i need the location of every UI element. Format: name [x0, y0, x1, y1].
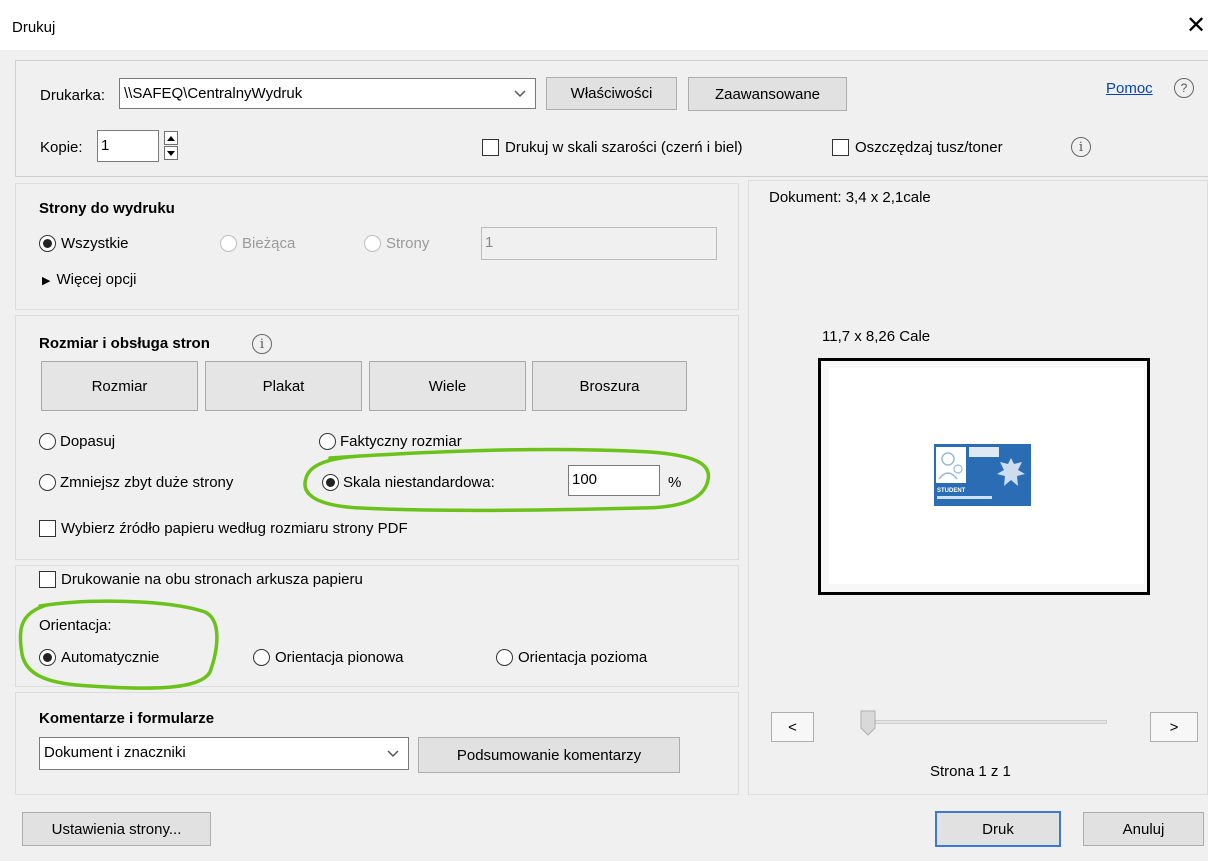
stepper-down-icon[interactable] [164, 146, 178, 160]
fit-radio[interactable] [39, 433, 56, 450]
next-page-button[interactable]: > [1150, 712, 1198, 742]
eagle-emblem-icon [994, 454, 1028, 494]
shrink-radio[interactable] [39, 474, 56, 491]
copies-value: 1 [101, 137, 110, 154]
copies-stepper[interactable] [164, 131, 178, 162]
pages-range-label: Strony [386, 235, 430, 252]
scale-input[interactable]: 100 [568, 465, 660, 496]
save-ink-label: Oszczędzaj tusz/toner [855, 139, 1003, 156]
scale-unit: % [668, 474, 682, 491]
comments-select[interactable]: Dokument i znaczniki [39, 737, 409, 770]
comments-title: Komentarze i formularze [39, 710, 215, 727]
custom-scale-radio[interactable] [322, 474, 339, 491]
printer-select[interactable]: \\SAFEQ\CentralnyWydruk [119, 78, 536, 109]
actual-size-label: Faktyczny rozmiar [340, 433, 462, 450]
help-link[interactable]: Pomoc [1106, 80, 1153, 97]
card-label: STUDENT [937, 488, 966, 494]
paper-source-label: Wybierz źródło papieru według rozmiaru s… [61, 520, 408, 537]
print-button[interactable]: Druk [935, 811, 1061, 847]
properties-button[interactable]: Właściwości [546, 77, 677, 110]
pages-title: Strony do wydruku [39, 200, 175, 217]
comments-value: Dokument i znaczniki [44, 744, 186, 761]
multiple-button[interactable]: Wiele [369, 361, 526, 411]
duplex-checkbox[interactable] [39, 571, 56, 588]
page-slider-track[interactable] [875, 720, 1107, 724]
pages-range-input[interactable]: 1 [481, 227, 717, 260]
more-options-toggle[interactable]: ▶ Więcej opcji [42, 271, 137, 288]
comments-summary-button[interactable]: Podsumowanie komentarzy [418, 737, 680, 773]
booklet-button[interactable]: Broszura [532, 361, 687, 411]
duplex-label: Drukowanie na obu stronach arkusza papie… [61, 571, 363, 588]
grayscale-checkbox[interactable] [482, 139, 499, 156]
poster-button[interactable]: Plakat [205, 361, 362, 411]
landscape-label: Orientacja pozioma [518, 649, 648, 666]
stepper-up-icon[interactable] [164, 131, 178, 145]
save-ink-checkbox[interactable] [832, 139, 849, 156]
cancel-button[interactable]: Anuluj [1083, 812, 1204, 846]
window-title: Drukuj [12, 19, 56, 36]
scale-value: 100 [572, 471, 598, 488]
pages-range-radio[interactable] [364, 235, 381, 252]
custom-scale-label: Skala niestandardowa: [343, 474, 495, 491]
card-photo [936, 447, 966, 483]
printer-label: Drukarka: [40, 87, 106, 104]
info-icon[interactable]: i [252, 334, 272, 354]
orientation-label: Orientacja: [39, 617, 112, 634]
title-bar [0, 0, 1208, 50]
all-pages-label: Wszystkie [61, 235, 129, 252]
grayscale-label: Drukuj w skali szarości (czerń i biel) [505, 139, 743, 156]
close-icon[interactable]: ✕ [1186, 12, 1206, 40]
triangle-right-icon: ▶ [42, 275, 51, 287]
prev-page-button[interactable]: < [771, 712, 814, 742]
copies-input[interactable]: 1 [97, 130, 159, 162]
pages-range-value: 1 [485, 234, 494, 251]
shrink-label: Zmniejsz zbyt duże strony [60, 474, 234, 491]
question-circle-icon[interactable]: ? [1174, 78, 1194, 98]
page-slider-thumb[interactable] [860, 710, 876, 736]
paper-source-checkbox[interactable] [39, 520, 56, 537]
info-icon[interactable]: i [1071, 137, 1091, 157]
page-counter: Strona 1 z 1 [930, 763, 1011, 780]
auto-orientation-radio[interactable] [39, 649, 56, 666]
sizing-title: Rozmiar i obsługa stron [39, 335, 210, 352]
all-pages-radio[interactable] [39, 235, 56, 252]
more-options-label: Więcej opcji [56, 271, 137, 288]
printer-value: \\SAFEQ\CentralnyWydruk [124, 85, 303, 102]
current-page-label: Bieżąca [242, 235, 296, 252]
current-page-radio[interactable] [220, 235, 237, 252]
chevron-down-icon [378, 738, 408, 769]
portrait-label: Orientacja pionowa [275, 649, 404, 666]
actual-size-radio[interactable] [319, 433, 336, 450]
chevron-down-icon [505, 79, 535, 108]
page-setup-button[interactable]: Ustawienia strony... [22, 812, 211, 846]
paper-size: 11,7 x 8,26 Cale [822, 328, 931, 345]
advanced-button[interactable]: Zaawansowane [688, 77, 847, 111]
size-button[interactable]: Rozmiar [41, 361, 198, 411]
copies-label: Kopie: [40, 139, 83, 156]
card-text-line [937, 496, 992, 499]
fit-label: Dopasuj [60, 433, 116, 450]
portrait-radio[interactable] [253, 649, 270, 666]
auto-orientation-label: Automatycznie [61, 649, 160, 666]
document-size: Dokument: 3,4 x 2,1cale [769, 189, 931, 206]
card-thumbnail: STUDENT [934, 444, 1031, 506]
landscape-radio[interactable] [496, 649, 513, 666]
